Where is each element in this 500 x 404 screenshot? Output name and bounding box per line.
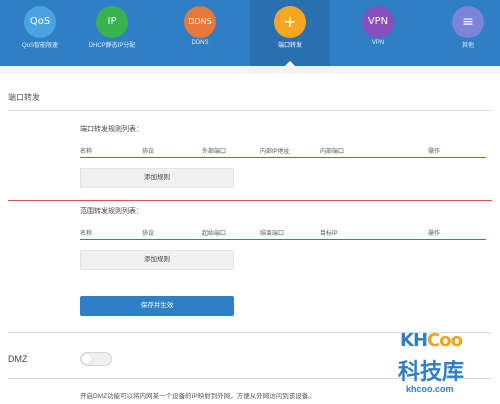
column-header: 协议 xyxy=(142,149,155,155)
nav-item-other[interactable]: ≡ 其他 xyxy=(428,0,500,66)
nav-label: QoS智能限速 xyxy=(21,43,58,49)
nav-label: DDNS xyxy=(191,40,209,46)
column-header: 目标IP xyxy=(320,231,338,237)
toggle-knob xyxy=(82,354,92,364)
port-forward-table-header: 名称 协议 外部端口 内部IP地址 内部端口 操作 xyxy=(80,146,486,158)
column-header: 操作 xyxy=(428,231,441,237)
watermark-coo: Coo xyxy=(427,330,463,351)
menu-icon: ≡ xyxy=(452,6,484,38)
watermark-kh: KH xyxy=(400,330,428,351)
top-nav: QoS QoS智能限速 IP DHCP静态IP分配 DDNS DDNS + 端口… xyxy=(0,0,500,67)
plus-icon: + xyxy=(274,6,306,38)
dmz-label: DMZ xyxy=(8,354,28,364)
column-header: 内部端口 xyxy=(320,149,345,155)
watermark-url: khcoo.com xyxy=(406,384,454,394)
column-header: 起始端口 xyxy=(202,231,227,237)
add-range-forward-rule-button[interactable]: 添加规则 xyxy=(80,250,234,270)
column-header: 内部IP地址 xyxy=(260,149,290,155)
ddns-icon: DDNS xyxy=(184,6,216,38)
section-title: 端口转发 xyxy=(8,93,40,102)
watermark-brand: KHCoo xyxy=(400,330,463,351)
column-header: 结束端口 xyxy=(260,231,285,237)
column-header: 名称 xyxy=(80,231,93,237)
nav-item-qos[interactable]: QoS QoS智能限速 xyxy=(0,0,80,66)
column-header: 协议 xyxy=(142,231,155,237)
dmz-toggle[interactable] xyxy=(80,352,112,366)
nav-label: VPN xyxy=(371,40,385,46)
nav-label: 端口转发 xyxy=(277,43,302,49)
dmz-description: 开启DMZ功能可以将内网某一个设备的IP映射到外网，方便从外网访问到该设备。 xyxy=(80,393,315,400)
ip-icon: IP xyxy=(96,6,128,38)
range-forward-table-header: 名称 协议 起始端口 结束端口 目标IP 操作 xyxy=(80,228,486,240)
column-header: 操作 xyxy=(428,149,441,155)
nav-item-ddns[interactable]: DDNS DDNS xyxy=(160,0,240,66)
vpn-icon: VPN xyxy=(362,6,394,38)
nav-label: 其他 xyxy=(461,43,474,49)
column-header: 外部端口 xyxy=(202,149,227,155)
nav-label: DHCP静态IP分配 xyxy=(88,43,136,49)
qos-icon: QoS xyxy=(24,6,56,38)
column-header: 名称 xyxy=(80,149,93,155)
watermark-logo: KHCoo 科技库 khcoo.com xyxy=(392,330,496,402)
section-divider xyxy=(8,200,492,201)
watermark-cn: 科技库 xyxy=(398,360,465,385)
divider xyxy=(8,110,492,111)
range-forward-list-title: 范围转发规则列表： xyxy=(80,208,143,215)
add-port-forward-rule-button[interactable]: 添加规则 xyxy=(80,168,234,188)
nav-item-port-forward[interactable]: + 端口转发 xyxy=(250,0,330,67)
save-apply-button[interactable]: 保存并生效 xyxy=(80,296,234,316)
nav-item-vpn[interactable]: VPN VPN xyxy=(338,0,418,66)
port-forward-list-title: 端口转发规则列表： xyxy=(80,126,143,133)
nav-item-dhcp[interactable]: IP DHCP静态IP分配 xyxy=(72,0,152,66)
